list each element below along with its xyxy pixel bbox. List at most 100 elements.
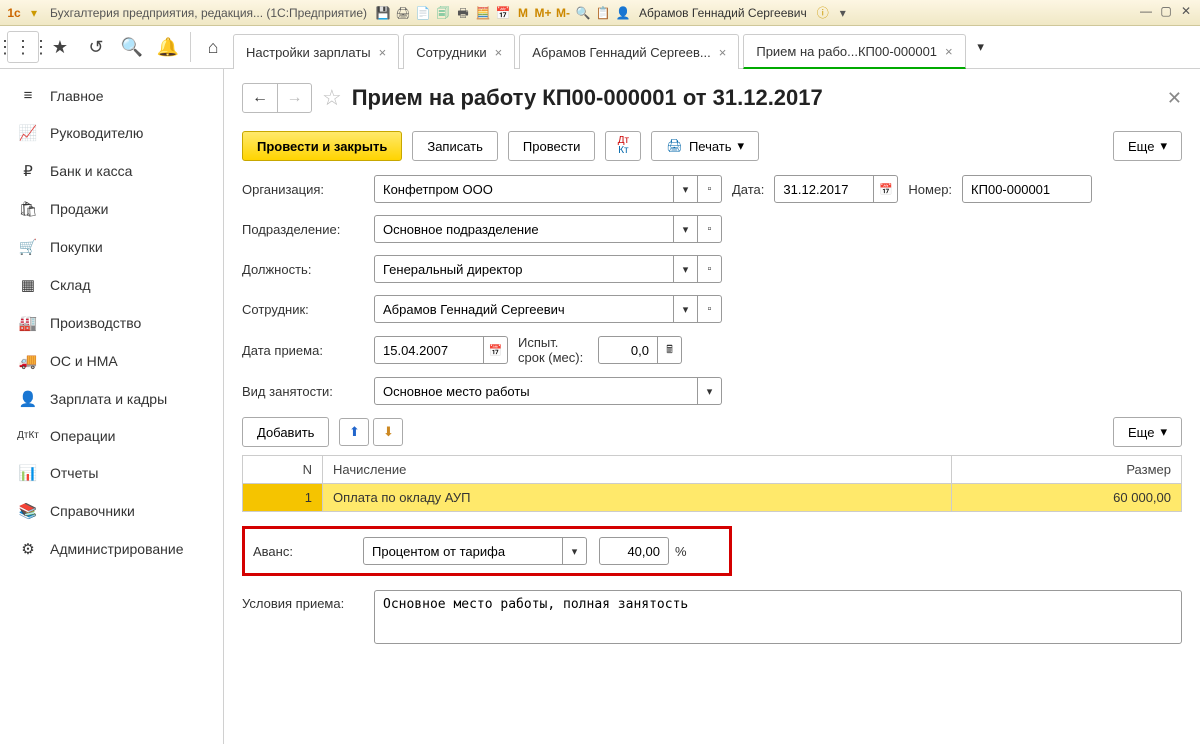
notifications-icon[interactable]: 🔔 [150,26,186,68]
hire-date-input[interactable] [374,336,484,364]
print-icon[interactable]: 🖨 [394,4,412,22]
compare-icon[interactable]: 🗐 [434,4,452,22]
tab-close-icon[interactable]: × [719,45,727,60]
sidebar-item-6[interactable]: 🏭Производство [0,304,223,342]
calc-icon[interactable]: 🧮 [474,4,492,22]
sidebar-item-12[interactable]: ⚙Администрирование [0,530,223,568]
employee-open-button[interactable]: ▫ [698,295,722,323]
dropdown-icon[interactable]: ▾ [24,6,44,20]
m-minus-icon[interactable]: M- [554,4,572,22]
dept-input[interactable] [374,215,674,243]
post-button[interactable]: Провести [508,131,596,161]
conditions-input[interactable] [374,590,1182,644]
user-icon: 👤 [614,4,632,22]
sidebar-item-9[interactable]: ДтКтОперации [0,418,223,454]
nav-back-button[interactable]: ← [243,84,277,112]
nav-label: Администрирование [50,541,184,557]
more-button[interactable]: Еще ▾ [1113,131,1182,161]
info-chevron-icon[interactable]: ▾ [834,4,852,22]
employee-input[interactable] [374,295,674,323]
accruals-table: N Начисление Размер 1Оплата по окладу АУ… [242,455,1182,512]
position-dropdown-button[interactable]: ▾ [674,255,698,283]
save-button[interactable]: Записать [412,131,498,161]
date-picker-button[interactable]: 📅 [874,175,898,203]
tabs-overflow[interactable]: ▾ [968,26,994,68]
move-down-button[interactable]: ⬇ [373,418,403,446]
doc-icon[interactable]: 📄 [414,4,432,22]
tab-label: Абрамов Геннадий Сергеев... [532,45,710,60]
position-input[interactable] [374,255,674,283]
emptype-dropdown-button[interactable]: ▾ [698,377,722,405]
trial-label: Испыт. срок (мес): [508,335,598,365]
org-open-button[interactable]: ▫ [698,175,722,203]
nav-label: Главное [50,88,104,104]
tab-close-icon[interactable]: × [379,45,387,60]
advance-type-input[interactable] [363,537,563,565]
chevron-down-icon: ▾ [1160,424,1167,440]
tab-close-icon[interactable]: × [495,45,503,60]
tab-1[interactable]: Сотрудники × [403,34,515,69]
position-open-button[interactable]: ▫ [698,255,722,283]
sidebar-item-2[interactable]: ₽Банк и касса [0,152,223,190]
tab-label: Сотрудники [416,45,486,60]
sidebar-item-7[interactable]: 🚚ОС и НМА [0,342,223,380]
dtkt-icon: ДтКт [618,136,629,156]
org-dropdown-button[interactable]: ▾ [674,175,698,203]
tab-label: Прием на рабо...КП00-000001 [756,44,937,59]
info-icon[interactable]: ⓘ [814,4,832,22]
hire-date-picker-button[interactable]: 📅 [484,336,508,364]
maximize-button[interactable]: ▢ [1156,4,1176,22]
minimize-button[interactable]: — [1136,4,1156,22]
favorite-star-icon[interactable]: ☆ [322,85,342,111]
col-size-header: Размер [952,456,1182,484]
history-icon[interactable]: ↺ [78,26,114,68]
tab-0[interactable]: Настройки зарплаты× [233,34,399,69]
print2-icon[interactable]: 🖶 [454,4,472,22]
calendar-icon[interactable]: 📅 [494,4,512,22]
zoom-icon[interactable]: 🔍 [574,4,592,22]
page-close-button[interactable]: ✕ [1167,88,1182,109]
number-input[interactable] [962,175,1092,203]
sidebar-item-0[interactable]: ≡Главное [0,77,223,114]
m-icon[interactable]: M [514,4,532,22]
move-up-button[interactable]: ⬆ [339,418,369,446]
number-label: Номер: [898,182,962,197]
search-icon[interactable]: 🔍 [114,26,150,68]
home-icon[interactable]: ⌂ [195,26,231,68]
current-user: Абрамов Геннадий Сергеевич [633,6,813,20]
dept-open-button[interactable]: ▫ [698,215,722,243]
save-icon[interactable]: 💾 [374,4,392,22]
sidebar-item-5[interactable]: ▦Склад [0,266,223,304]
favorite-icon[interactable]: ★ [42,26,78,68]
sidebar-item-3[interactable]: 🛍Продажи [0,190,223,228]
employee-dropdown-button[interactable]: ▾ [674,295,698,323]
org-input[interactable] [374,175,674,203]
tab-close-icon[interactable]: × [945,44,953,59]
post-close-button[interactable]: Провести и закрыть [242,131,402,161]
date-input[interactable] [774,175,874,203]
sidebar-item-10[interactable]: 📊Отчеты [0,454,223,492]
close-button[interactable]: ✕ [1176,4,1196,22]
advance-type-dropdown-button[interactable]: ▾ [563,537,587,565]
add-row-button[interactable]: Добавить [242,417,329,447]
advance-value-input[interactable] [599,537,669,565]
clipboard-icon[interactable]: 📋 [594,4,612,22]
tab-2[interactable]: Абрамов Геннадий Сергеев... × [519,34,739,69]
sidebar-item-1[interactable]: 📈Руководителю [0,114,223,152]
dtkt-button[interactable]: ДтКт [605,131,641,161]
nav-label: ОС и НМА [50,353,118,369]
emptype-input[interactable] [374,377,698,405]
trial-calc-button[interactable]: 🖩 [658,336,682,364]
print-button[interactable]: 🖨 Печать ▾ [651,131,759,161]
table-row[interactable]: 1Оплата по окладу АУП60 000,00 [243,484,1182,512]
sidebar-item-4[interactable]: 🛒Покупки [0,228,223,266]
m-plus-icon[interactable]: M+ [534,4,552,22]
tab-3[interactable]: Прием на рабо...КП00-000001 × [743,34,965,69]
sidebar-item-8[interactable]: 👤Зарплата и кадры [0,380,223,418]
dept-dropdown-button[interactable]: ▾ [674,215,698,243]
trial-input[interactable] [598,336,658,364]
apps-icon[interactable]: ⋮⋮⋮ [7,31,39,63]
sidebar-item-11[interactable]: 📚Справочники [0,492,223,530]
table-more-button[interactable]: Еще ▾ [1113,417,1182,447]
nav-forward-button[interactable]: → [277,84,311,112]
